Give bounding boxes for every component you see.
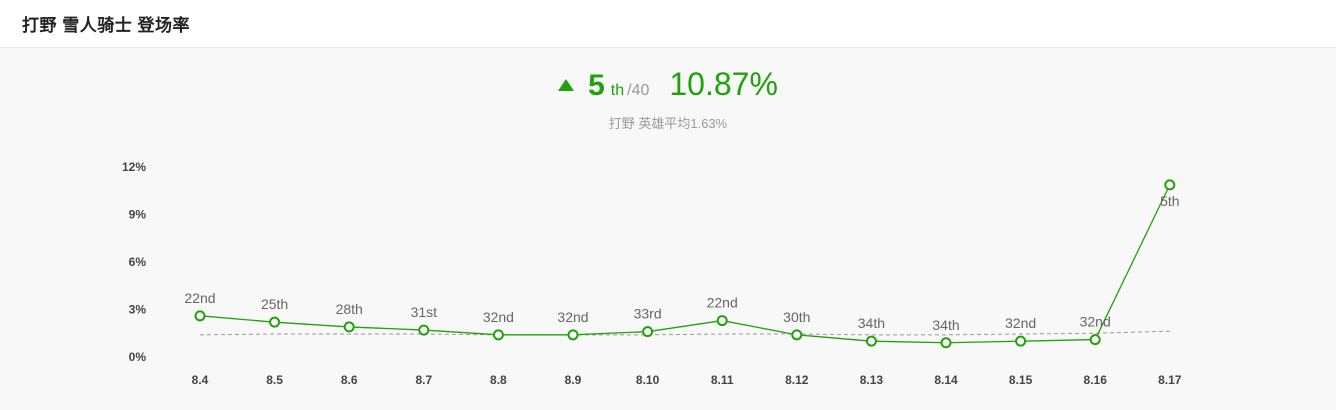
data-point — [791, 329, 803, 341]
pick-rate-chart: 0% 3% 6% 9% 12% 8.4 8.5 8.6 8.7 8.8 8.9 8.10 8.11 8.1… — [122, 160, 1182, 387]
x-tick-label: 8.4 — [192, 373, 209, 387]
x-tick-label: 8.9 — [565, 373, 582, 387]
x-tick-label: 8.17 — [1158, 373, 1182, 387]
summary-panel: 5 th /40 10.87% 打野 英雄平均1.63% — [0, 66, 1336, 132]
x-tick-label: 8.8 — [490, 373, 507, 387]
data-point — [1164, 179, 1176, 191]
average-line — [199, 330, 1170, 336]
rank-suffix: th — [610, 82, 625, 99]
data-point — [492, 329, 504, 341]
data-point — [567, 329, 579, 341]
data-point-label: 28th — [336, 301, 363, 317]
y-tick-label: 6% — [129, 255, 147, 269]
x-tick-label: 8.15 — [1009, 373, 1033, 387]
data-point-label: 32nd — [1005, 315, 1036, 331]
data-point — [642, 326, 654, 338]
y-tick-label: 9% — [129, 208, 147, 222]
up-triangle-icon — [558, 79, 575, 91]
page-header: 打野 雪人骑士 登场率 — [0, 0, 1336, 48]
pick-rate-value: 10.87% — [669, 66, 778, 102]
data-point — [418, 324, 430, 336]
x-tick-label: 8.12 — [785, 373, 809, 387]
y-tick-label: 0% — [129, 350, 147, 364]
data-point — [194, 310, 206, 322]
x-tick-label: 8.6 — [341, 373, 358, 387]
data-point-label: 30th — [783, 309, 810, 325]
y-tick-label: 3% — [129, 303, 147, 317]
data-point-label: 32nd — [557, 309, 588, 325]
data-point-label: 32nd — [1080, 314, 1111, 330]
data-point-label: 32nd — [483, 309, 514, 325]
data-point-label: 33rd — [634, 306, 662, 322]
x-tick-label: 8.10 — [636, 373, 660, 387]
x-tick-label: 8.11 — [711, 373, 734, 387]
y-tick-label: 12% — [122, 160, 146, 174]
data-point-label: 31st — [411, 304, 438, 320]
x-tick-label: 8.13 — [860, 373, 884, 387]
x-tick-label: 8.5 — [266, 373, 283, 387]
data-point-label: 22nd — [707, 295, 738, 311]
data-point — [343, 321, 355, 333]
rank-total: /40 — [627, 82, 650, 99]
x-tick-label: 8.16 — [1084, 373, 1108, 387]
data-point-label: 22nd — [184, 290, 215, 306]
data-point-label: 25th — [261, 296, 288, 312]
data-point — [1089, 334, 1101, 346]
data-point — [940, 337, 952, 349]
data-point — [865, 335, 877, 347]
data-point — [716, 315, 728, 327]
data-point — [1015, 335, 1027, 347]
data-point-label: 34th — [858, 315, 885, 331]
data-point — [269, 316, 281, 328]
x-tick-label: 8.7 — [415, 373, 432, 387]
page-title: 打野 雪人骑士 登场率 — [22, 16, 190, 35]
x-tick-label: 8.14 — [934, 373, 958, 387]
data-point-label: 34th — [932, 317, 959, 333]
data-point-label: 5th — [1160, 193, 1179, 209]
summary-row: 5 th /40 10.87% — [0, 66, 1336, 103]
rank-number: 5 — [588, 69, 605, 102]
average-rate-text: 打野 英雄平均1.63% — [608, 116, 728, 131]
